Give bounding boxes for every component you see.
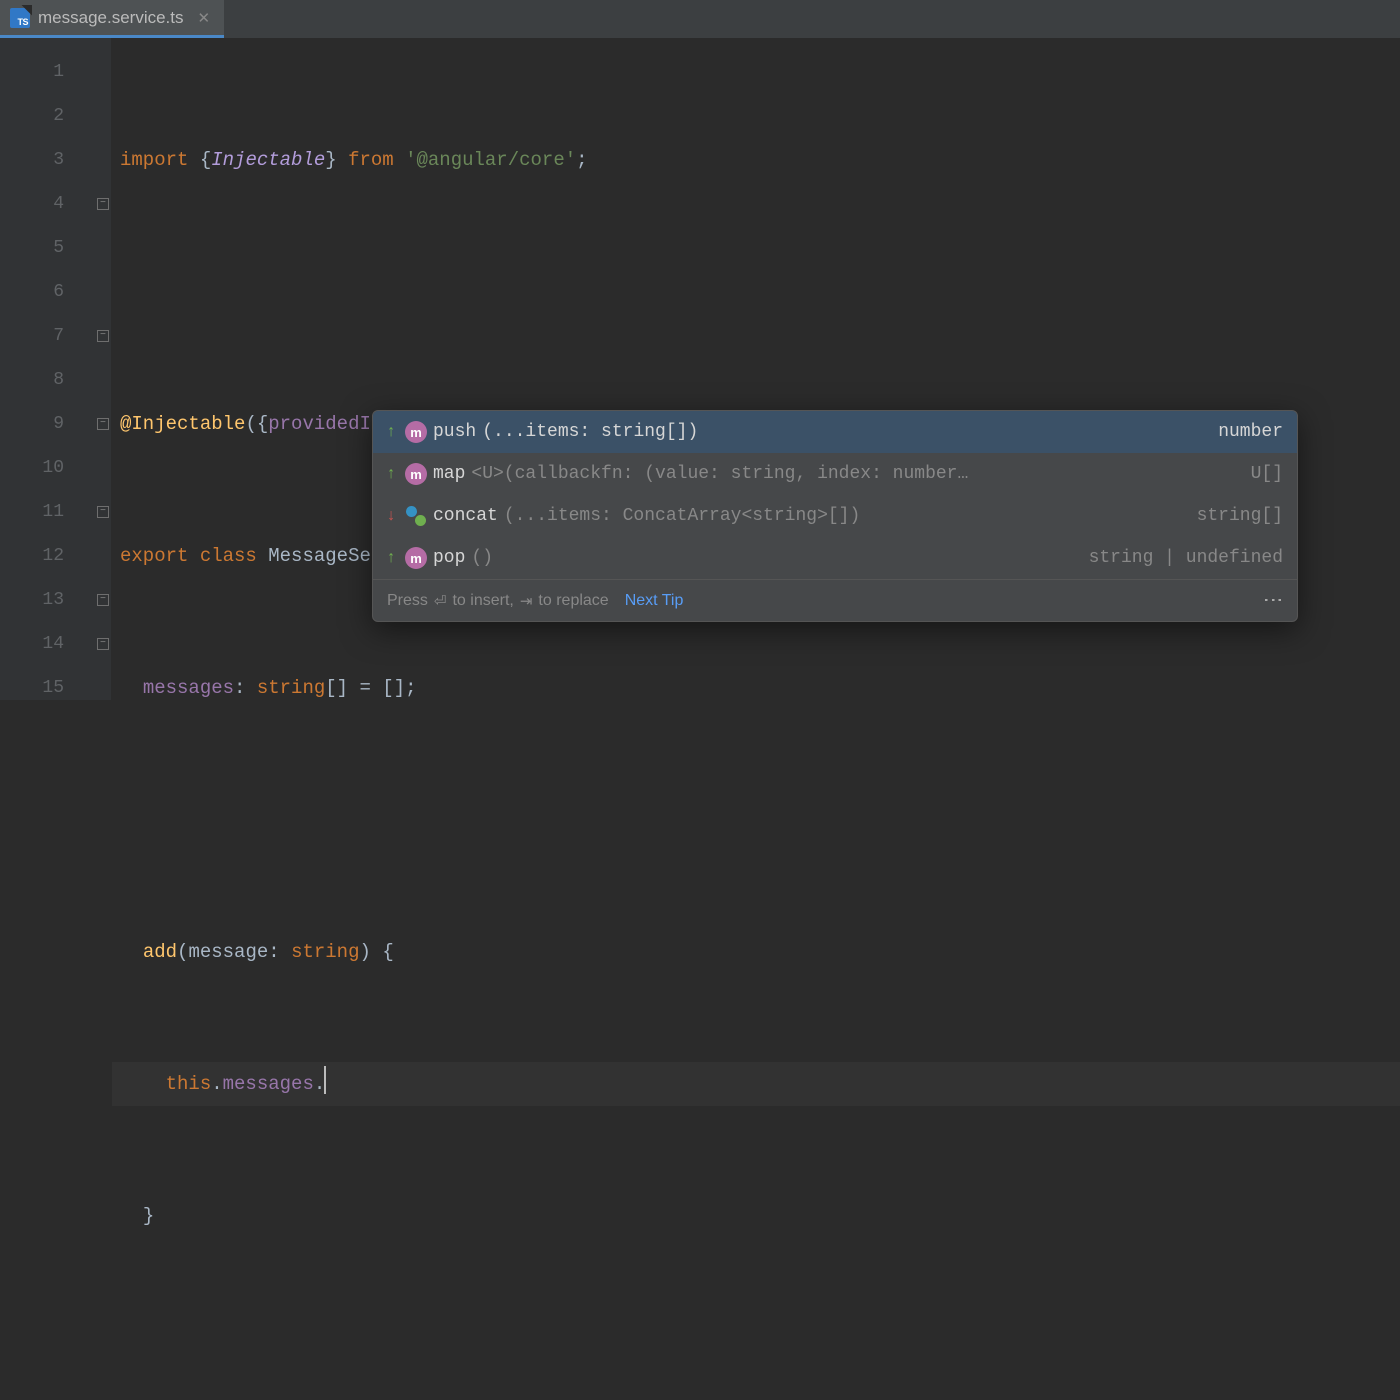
completion-item[interactable]: ↓ concat (...items: ConcatArray<string>[]…	[373, 495, 1297, 537]
completion-name: push	[433, 422, 476, 442]
completion-signature: ()	[471, 548, 493, 568]
more-options-icon[interactable]: ⋮	[1263, 590, 1283, 611]
line-number: 7	[0, 314, 64, 358]
completion-item[interactable]: ↑ m push (...items: string[]) number	[373, 411, 1297, 453]
completion-name: pop	[433, 548, 465, 568]
footer-hint: to insert,	[452, 592, 513, 610]
fold-toggle-icon[interactable]: −	[97, 198, 109, 210]
completion-item[interactable]: ↑ m map <U>(callbackfn: (value: string, i…	[373, 453, 1297, 495]
line-number: 4	[0, 182, 64, 226]
line-number: 2	[0, 94, 64, 138]
tab-bar: TS message.service.ts ✕	[0, 0, 1400, 38]
completion-return-type: string[]	[1197, 506, 1283, 526]
tab-key-icon: ⇥	[520, 592, 533, 610]
code-line[interactable]	[112, 1326, 1400, 1370]
method-kind-icon: m	[405, 547, 427, 569]
next-tip-link[interactable]: Next Tip	[625, 592, 684, 610]
completion-return-type: string | undefined	[1089, 548, 1283, 568]
completion-signature: <U>(callbackfn: (value: string, index: n…	[471, 464, 968, 484]
fold-toggle-icon[interactable]: −	[97, 594, 109, 606]
line-number: 5	[0, 226, 64, 270]
fold-toggle-icon[interactable]: −	[97, 330, 109, 342]
line-number: 10	[0, 446, 64, 490]
typescript-file-icon: TS	[10, 8, 30, 28]
footer-hint: to replace	[538, 592, 608, 610]
rank-down-icon: ↓	[383, 507, 399, 525]
concat-kind-icon	[405, 505, 427, 527]
code-line[interactable]	[112, 270, 1400, 314]
close-icon[interactable]: ✕	[198, 9, 211, 27]
fold-toggle-icon[interactable]: −	[97, 418, 109, 430]
method-kind-icon: m	[405, 463, 427, 485]
rank-up-icon: ↑	[383, 423, 399, 441]
tab-filename: message.service.ts	[38, 8, 184, 28]
code-line[interactable]: this.messages.	[112, 1062, 1400, 1106]
completion-item[interactable]: ↑ m pop () string | undefined	[373, 537, 1297, 579]
enter-key-icon: ⏎	[434, 592, 447, 610]
rank-up-icon: ↑	[383, 549, 399, 567]
fold-toggle-icon[interactable]: −	[97, 638, 109, 650]
line-number: 14	[0, 622, 64, 666]
line-number: 15	[0, 666, 64, 710]
line-number: 11	[0, 490, 64, 534]
line-number: 12	[0, 534, 64, 578]
method-kind-icon: m	[405, 421, 427, 443]
completion-signature: (...items: ConcatArray<string>[])	[504, 506, 860, 526]
line-number-gutter: 1 2 3 4 5 6 7 8 9 10 11 12 13 14 15	[0, 38, 64, 700]
fold-gutter: − − − − − −	[64, 38, 112, 700]
completion-footer: Press ⏎ to insert, ⇥ to replace Next Tip…	[373, 579, 1297, 621]
completion-return-type: number	[1218, 422, 1283, 442]
line-number: 13	[0, 578, 64, 622]
footer-hint: Press	[387, 592, 428, 610]
completion-name: map	[433, 464, 465, 484]
line-number: 3	[0, 138, 64, 182]
line-number: 6	[0, 270, 64, 314]
rank-up-icon: ↑	[383, 465, 399, 483]
completion-return-type: U[]	[1251, 464, 1283, 484]
fold-toggle-icon[interactable]: −	[97, 506, 109, 518]
code-line[interactable]: import {Injectable} from '@angular/core'…	[112, 138, 1400, 182]
line-number: 1	[0, 50, 64, 94]
line-number: 8	[0, 358, 64, 402]
code-line[interactable]: }	[112, 1194, 1400, 1238]
code-line[interactable]: messages: string[] = [];	[112, 666, 1400, 710]
code-line[interactable]: add(message: string) {	[112, 930, 1400, 974]
completion-signature: (...items: string[])	[482, 422, 698, 442]
text-caret	[324, 1066, 326, 1094]
line-number: 9	[0, 402, 64, 446]
code-line[interactable]	[112, 798, 1400, 842]
completion-popup: ↑ m push (...items: string[]) number ↑ m …	[372, 410, 1298, 622]
file-tab[interactable]: TS message.service.ts ✕	[0, 0, 224, 38]
completion-name: concat	[433, 506, 498, 526]
